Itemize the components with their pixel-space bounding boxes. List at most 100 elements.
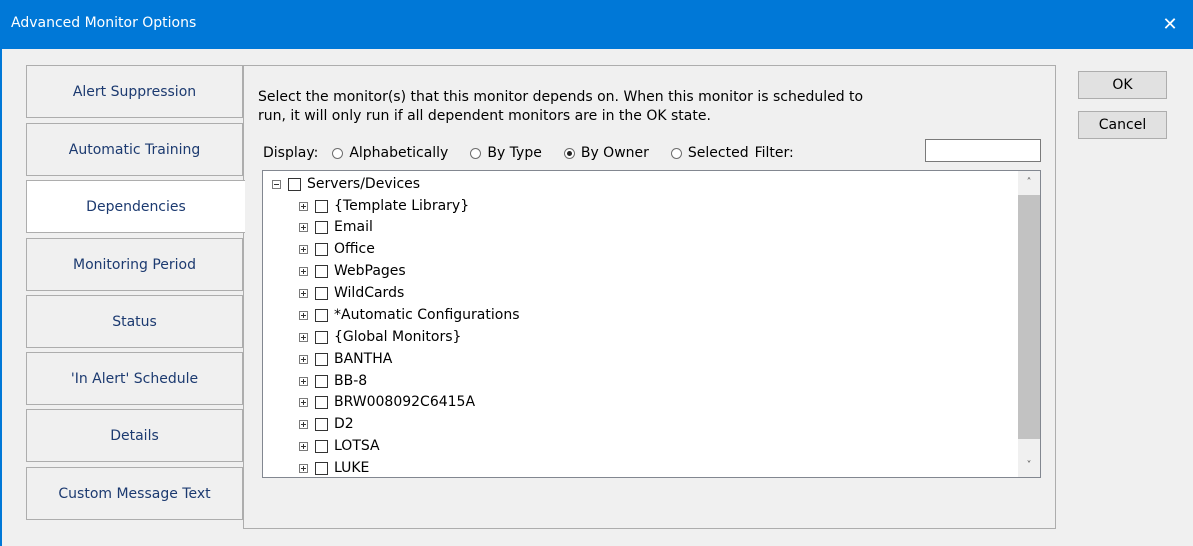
monitor-tree[interactable]: Servers/Devices {Template Library} Email…	[262, 170, 1041, 478]
checkbox[interactable]	[315, 220, 328, 234]
tab-label: Monitoring Period	[73, 256, 196, 273]
checkbox[interactable]	[315, 242, 328, 256]
tree-node[interactable]: D2	[299, 413, 354, 435]
tab-label: Details	[110, 427, 159, 444]
tab-dependencies[interactable]: Dependencies	[26, 180, 245, 233]
expand-icon[interactable]	[299, 244, 308, 254]
checkbox[interactable]	[315, 264, 328, 278]
tab-in-alert-schedule[interactable]: 'In Alert' Schedule	[26, 352, 243, 405]
expand-icon[interactable]	[299, 441, 308, 451]
tree-node[interactable]: Email	[299, 216, 373, 238]
tree-node[interactable]: WebPages	[299, 260, 406, 282]
expand-icon[interactable]	[299, 463, 308, 473]
title-bar: Advanced Monitor Options ✕	[0, 0, 1193, 49]
radio-by-type[interactable]: By Type	[470, 145, 542, 161]
tab-status[interactable]: Status	[26, 295, 243, 348]
tree-node[interactable]: LOTSA	[299, 435, 380, 457]
tab-label: Dependencies	[86, 198, 186, 215]
filter-label: Filter:	[754, 145, 794, 161]
tree-node[interactable]: Office	[299, 238, 375, 260]
radio-label: By Owner	[580, 145, 649, 161]
tree-node[interactable]: BB-8	[299, 370, 367, 392]
expand-icon[interactable]	[299, 288, 308, 298]
tree-node[interactable]: WildCards	[299, 282, 404, 304]
checkbox[interactable]	[288, 177, 301, 191]
tree-node-label: *Automatic Configurations	[334, 307, 520, 323]
expand-icon[interactable]	[299, 201, 308, 211]
checkbox[interactable]	[315, 417, 328, 431]
radio-label: By Type	[487, 145, 542, 161]
tab-label: Custom Message Text	[58, 485, 211, 502]
radio-alphabetically[interactable]: Alphabetically	[332, 145, 448, 161]
expand-icon[interactable]	[299, 354, 308, 364]
tree-node-label: LUKE	[334, 460, 370, 476]
button-label: Cancel	[1098, 117, 1147, 133]
chevron-down-icon[interactable]: ˅	[1018, 456, 1040, 476]
tree-node[interactable]: BRW008092C6415A	[299, 391, 475, 413]
checkbox[interactable]	[315, 330, 328, 344]
tab-label: 'In Alert' Schedule	[70, 370, 199, 387]
expand-icon[interactable]	[299, 397, 308, 407]
tree-root-node[interactable]: Servers/Devices	[272, 173, 420, 195]
expand-icon[interactable]	[299, 419, 308, 429]
filter-input[interactable]	[925, 139, 1041, 162]
expand-icon[interactable]	[299, 222, 308, 232]
tab-label: Automatic Training	[68, 141, 201, 158]
tree-node-label: LOTSA	[334, 438, 380, 454]
tree-node-label: Email	[334, 219, 373, 235]
window-title: Advanced Monitor Options	[11, 15, 197, 31]
tab-alert-suppression[interactable]: Alert Suppression	[26, 65, 243, 118]
expand-icon[interactable]	[299, 266, 308, 276]
checkbox[interactable]	[315, 374, 328, 388]
expand-icon[interactable]	[299, 332, 308, 342]
display-label: Display:	[263, 145, 319, 161]
checkbox[interactable]	[315, 439, 328, 453]
checkbox[interactable]	[315, 308, 328, 322]
tree-node[interactable]: {Template Library}	[299, 195, 469, 217]
checkbox[interactable]	[315, 461, 328, 475]
button-label: OK	[1112, 77, 1133, 93]
expand-icon[interactable]	[299, 376, 308, 386]
ok-button[interactable]: OK	[1078, 71, 1167, 99]
tree-node-label: BRW008092C6415A	[334, 394, 476, 410]
tab-label: Alert Suppression	[72, 83, 197, 100]
tree-node-label: WebPages	[334, 263, 406, 279]
tab-automatic-training[interactable]: Automatic Training	[26, 123, 243, 176]
radio-icon	[470, 147, 482, 159]
radio-label: Alphabetically	[349, 145, 449, 161]
tree-node-label: BANTHA	[334, 351, 393, 367]
checkbox[interactable]	[315, 352, 328, 366]
close-icon[interactable]: ✕	[1147, 0, 1193, 49]
radio-icon	[332, 147, 344, 159]
tree-node[interactable]: BANTHA	[299, 348, 392, 370]
scrollbar-thumb[interactable]	[1018, 195, 1040, 439]
checkbox[interactable]	[315, 199, 328, 213]
radio-label: Selected	[687, 145, 749, 161]
tree-node-label: D2	[334, 416, 354, 432]
description-line: run, it will only run if all dependent m…	[258, 108, 711, 124]
checkbox[interactable]	[315, 286, 328, 300]
collapse-icon[interactable]	[272, 179, 281, 189]
description-line: Select the monitor(s) that this monitor …	[258, 89, 864, 105]
cancel-button[interactable]: Cancel	[1078, 111, 1167, 139]
checkbox[interactable]	[315, 395, 328, 409]
window-border	[0, 49, 2, 546]
tree-node-label: {Template Library}	[334, 198, 470, 214]
tree-node-label: Servers/Devices	[307, 176, 421, 192]
dependencies-description: Select the monitor(s) that this monitor …	[258, 88, 1038, 126]
radio-by-owner[interactable]: By Owner	[563, 145, 649, 161]
chevron-up-icon[interactable]: ˄	[1018, 173, 1040, 193]
tab-label: Status	[112, 313, 157, 330]
tree-node-label: Office	[334, 241, 375, 257]
tree-node[interactable]: LUKE	[299, 457, 370, 477]
tab-custom-message-text[interactable]: Custom Message Text	[26, 467, 243, 520]
radio-selected-icon	[563, 147, 575, 159]
radio-selected[interactable]: Selected	[670, 145, 749, 161]
expand-icon[interactable]	[299, 310, 308, 320]
tree-node[interactable]: {Global Monitors}	[299, 326, 461, 348]
tree-node-label: {Global Monitors}	[334, 329, 462, 345]
tree-node[interactable]: *Automatic Configurations	[299, 304, 520, 326]
tree-node-label: WildCards	[334, 285, 405, 301]
tab-details[interactable]: Details	[26, 409, 243, 462]
tab-monitoring-period[interactable]: Monitoring Period	[26, 238, 243, 291]
